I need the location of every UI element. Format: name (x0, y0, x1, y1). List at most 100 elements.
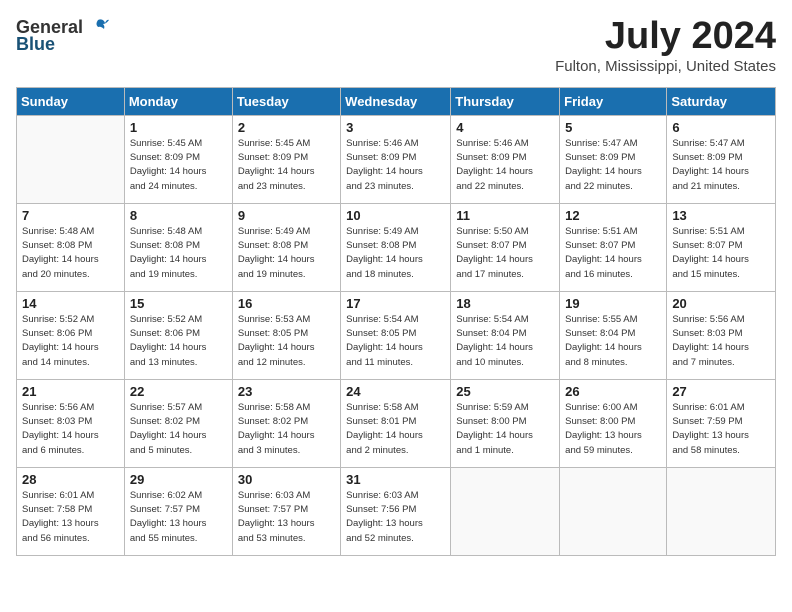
logo: General Blue (16, 16, 109, 55)
day-number: 21 (22, 384, 119, 399)
day-number: 25 (456, 384, 554, 399)
day-info: Sunrise: 5:57 AM Sunset: 8:02 PM Dayligh… (130, 401, 227, 458)
calendar-cell: 4 Sunrise: 5:46 AM Sunset: 8:09 PM Daylig… (451, 115, 560, 203)
day-number: 3 (346, 120, 445, 135)
day-info: Sunrise: 5:50 AM Sunset: 8:07 PM Dayligh… (456, 225, 554, 282)
day-number: 22 (130, 384, 227, 399)
day-info: Sunrise: 5:54 AM Sunset: 8:05 PM Dayligh… (346, 313, 445, 370)
header-saturday: Saturday (667, 87, 776, 115)
calendar-cell: 12Sunrise: 5:51 AM Sunset: 8:07 PM Dayli… (560, 203, 667, 291)
calendar-cell: 14 Sunrise: 5:52 AM Sunset: 8:06 PM Dayli… (17, 291, 125, 379)
day-info: Sunrise: 6:01 AM Sunset: 7:59 PM Dayligh… (672, 401, 770, 458)
day-info: Sunrise: 5:51 AM Sunset: 8:07 PM Dayligh… (672, 225, 770, 282)
day-info: Sunrise: 5:56 AM Sunset: 8:03 PM Dayligh… (22, 401, 119, 458)
day-number: 17 (346, 296, 445, 311)
day-info: Sunrise: 5:45 AM Sunset: 8:09 PM Dayligh… (130, 137, 227, 194)
day-number: 4 (456, 120, 554, 135)
calendar-cell: 8 Sunrise: 5:48 AM Sunset: 8:08 PM Daylig… (124, 203, 232, 291)
day-number: 11 (456, 208, 554, 223)
day-number: 14 (22, 296, 119, 311)
day-number: 19 (565, 296, 661, 311)
calendar-cell: 26 Sunrise: 6:00 AM Sunset: 8:00 PM Dayli… (560, 379, 667, 467)
day-number: 28 (22, 472, 119, 487)
calendar-cell: 16 Sunrise: 5:53 AM Sunset: 8:05 PM Dayli… (232, 291, 340, 379)
calendar-cell: 21 Sunrise: 5:56 AM Sunset: 8:03 PM Dayli… (17, 379, 125, 467)
calendar-cell: 3Sunrise: 5:46 AM Sunset: 8:09 PM Daylig… (341, 115, 451, 203)
calendar-cell: 31 Sunrise: 6:03 AM Sunset: 7:56 PM Dayli… (341, 467, 451, 555)
header-monday: Monday (124, 87, 232, 115)
day-number: 1 (130, 120, 227, 135)
day-number: 30 (238, 472, 335, 487)
week-row-1: 1 Sunrise: 5:45 AM Sunset: 8:09 PM Daylig… (17, 115, 776, 203)
day-info: Sunrise: 5:47 AM Sunset: 8:09 PM Dayligh… (672, 137, 770, 194)
calendar-cell: 15 Sunrise: 5:52 AM Sunset: 8:06 PM Dayli… (124, 291, 232, 379)
day-info: Sunrise: 5:55 AM Sunset: 8:04 PM Dayligh… (565, 313, 661, 370)
calendar-table: SundayMondayTuesdayWednesdayThursdayFrid… (16, 87, 776, 556)
calendar-cell: 22 Sunrise: 5:57 AM Sunset: 8:02 PM Dayli… (124, 379, 232, 467)
day-number: 27 (672, 384, 770, 399)
calendar-cell: 9 Sunrise: 5:49 AM Sunset: 8:08 PM Daylig… (232, 203, 340, 291)
calendar-cell: 10 Sunrise: 5:49 AM Sunset: 8:08 PM Dayli… (341, 203, 451, 291)
calendar-cell (667, 467, 776, 555)
day-info: Sunrise: 5:49 AM Sunset: 8:08 PM Dayligh… (346, 225, 445, 282)
day-number: 10 (346, 208, 445, 223)
day-number: 9 (238, 208, 335, 223)
calendar-cell: 5 Sunrise: 5:47 AM Sunset: 8:09 PM Daylig… (560, 115, 667, 203)
week-row-3: 14 Sunrise: 5:52 AM Sunset: 8:06 PM Dayli… (17, 291, 776, 379)
calendar-cell: 25Sunrise: 5:59 AM Sunset: 8:00 PM Dayli… (451, 379, 560, 467)
calendar-cell: 19 Sunrise: 5:55 AM Sunset: 8:04 PM Dayli… (560, 291, 667, 379)
day-info: Sunrise: 6:00 AM Sunset: 8:00 PM Dayligh… (565, 401, 661, 458)
day-info: Sunrise: 6:02 AM Sunset: 7:57 PM Dayligh… (130, 489, 227, 546)
day-info: Sunrise: 6:03 AM Sunset: 7:56 PM Dayligh… (346, 489, 445, 546)
header-wednesday: Wednesday (341, 87, 451, 115)
day-number: 5 (565, 120, 661, 135)
calendar-cell: 24 Sunrise: 5:58 AM Sunset: 8:01 PM Dayli… (341, 379, 451, 467)
day-info: Sunrise: 5:52 AM Sunset: 8:06 PM Dayligh… (22, 313, 119, 370)
day-number: 7 (22, 208, 119, 223)
day-info: Sunrise: 5:51 AM Sunset: 8:07 PM Dayligh… (565, 225, 661, 282)
day-number: 20 (672, 296, 770, 311)
calendar-cell: 11 Sunrise: 5:50 AM Sunset: 8:07 PM Dayli… (451, 203, 560, 291)
calendar-cell (451, 467, 560, 555)
logo-bird-icon (87, 16, 109, 38)
logo-blue-text: Blue (16, 34, 55, 55)
day-number: 31 (346, 472, 445, 487)
day-info: Sunrise: 5:47 AM Sunset: 8:09 PM Dayligh… (565, 137, 661, 194)
day-number: 16 (238, 296, 335, 311)
calendar-cell: 18Sunrise: 5:54 AM Sunset: 8:04 PM Dayli… (451, 291, 560, 379)
day-number: 8 (130, 208, 227, 223)
day-info: Sunrise: 5:56 AM Sunset: 8:03 PM Dayligh… (672, 313, 770, 370)
day-number: 23 (238, 384, 335, 399)
day-number: 15 (130, 296, 227, 311)
calendar-location: Fulton, Mississippi, United States (555, 58, 776, 75)
week-row-5: 28Sunrise: 6:01 AM Sunset: 7:58 PM Dayli… (17, 467, 776, 555)
day-info: Sunrise: 5:52 AM Sunset: 8:06 PM Dayligh… (130, 313, 227, 370)
header: General Blue July 2024 Fulton, Mississip… (16, 16, 776, 75)
week-row-2: 7 Sunrise: 5:48 AM Sunset: 8:08 PM Daylig… (17, 203, 776, 291)
day-number: 6 (672, 120, 770, 135)
day-info: Sunrise: 5:58 AM Sunset: 8:02 PM Dayligh… (238, 401, 335, 458)
header-friday: Friday (560, 87, 667, 115)
day-info: Sunrise: 5:48 AM Sunset: 8:08 PM Dayligh… (130, 225, 227, 282)
week-row-4: 21 Sunrise: 5:56 AM Sunset: 8:03 PM Dayli… (17, 379, 776, 467)
calendar-cell: 20 Sunrise: 5:56 AM Sunset: 8:03 PM Dayli… (667, 291, 776, 379)
day-info: Sunrise: 5:54 AM Sunset: 8:04 PM Dayligh… (456, 313, 554, 370)
day-info: Sunrise: 5:53 AM Sunset: 8:05 PM Dayligh… (238, 313, 335, 370)
day-info: Sunrise: 5:46 AM Sunset: 8:09 PM Dayligh… (456, 137, 554, 194)
day-number: 26 (565, 384, 661, 399)
calendar-cell: 13 Sunrise: 5:51 AM Sunset: 8:07 PM Dayli… (667, 203, 776, 291)
day-info: Sunrise: 5:49 AM Sunset: 8:08 PM Dayligh… (238, 225, 335, 282)
header-row: SundayMondayTuesdayWednesdayThursdayFrid… (17, 87, 776, 115)
header-tuesday: Tuesday (232, 87, 340, 115)
day-number: 24 (346, 384, 445, 399)
day-number: 29 (130, 472, 227, 487)
day-info: Sunrise: 5:58 AM Sunset: 8:01 PM Dayligh… (346, 401, 445, 458)
day-number: 13 (672, 208, 770, 223)
calendar-cell: 1 Sunrise: 5:45 AM Sunset: 8:09 PM Daylig… (124, 115, 232, 203)
calendar-cell: 28Sunrise: 6:01 AM Sunset: 7:58 PM Dayli… (17, 467, 125, 555)
calendar-cell: 6 Sunrise: 5:47 AM Sunset: 8:09 PM Daylig… (667, 115, 776, 203)
header-sunday: Sunday (17, 87, 125, 115)
calendar-cell (560, 467, 667, 555)
calendar-cell: 29 Sunrise: 6:02 AM Sunset: 7:57 PM Dayli… (124, 467, 232, 555)
day-number: 2 (238, 120, 335, 135)
